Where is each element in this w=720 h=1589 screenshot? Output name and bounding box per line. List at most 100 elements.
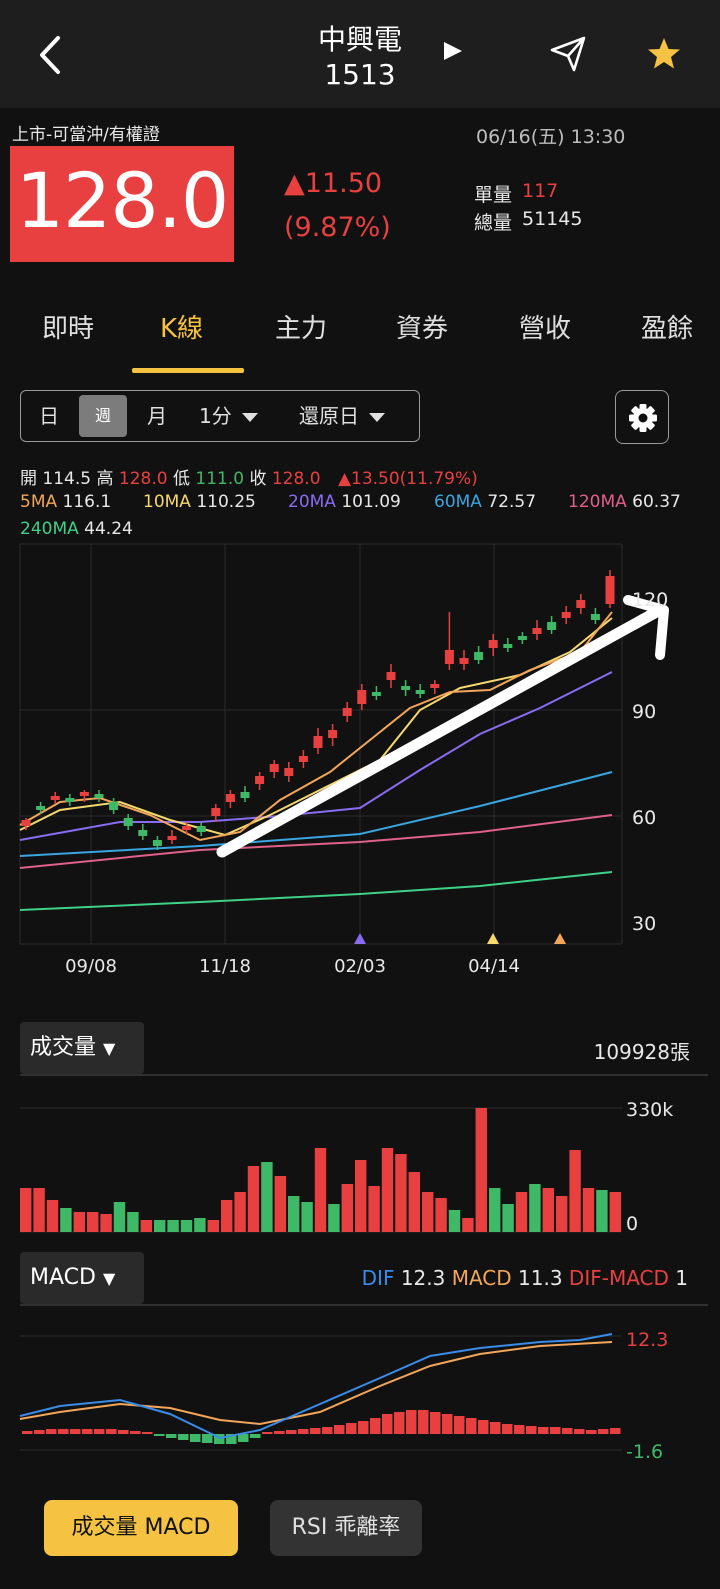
volume-bar — [113, 1202, 126, 1232]
candle-body — [167, 836, 177, 840]
osc-bar — [466, 1418, 477, 1434]
osc-bar — [346, 1423, 357, 1434]
volume-selector[interactable]: 成交量 ▼ — [20, 1022, 144, 1074]
low-value: 111.0 — [195, 469, 245, 489]
ohlc-row: 開 114.5 高 128.0 低 111.0 收 128.0 ▲13.50(1… — [20, 464, 478, 489]
candle-body — [415, 690, 425, 694]
period-day[interactable]: 日 — [39, 391, 59, 441]
volume-bar — [489, 1188, 501, 1232]
volume-bar — [194, 1218, 206, 1232]
osc-bar — [262, 1432, 273, 1434]
candle-body — [79, 792, 89, 796]
tab-realtime[interactable]: 即時 — [42, 308, 94, 345]
osc-label: DIF-MACD — [568, 1266, 669, 1290]
low-label: 低 — [172, 469, 190, 489]
ma-legend-5: 5MA 116.1 — [20, 492, 112, 512]
close-label: 收 — [249, 469, 267, 489]
candle-body — [109, 802, 119, 810]
volume-chart[interactable]: 330k 0 — [0, 1074, 720, 1244]
volume-macd-button[interactable]: 成交量 MACD — [44, 1500, 238, 1556]
volume-total: 109928張 — [593, 1040, 690, 1064]
osc-bar — [442, 1414, 453, 1434]
marker-yellow-triangle — [487, 933, 499, 944]
volume-bar — [502, 1204, 514, 1232]
market-status: 上市-可當沖/有權證 — [12, 125, 160, 145]
favorite-star-icon[interactable] — [644, 34, 684, 74]
macd-chart[interactable]: 12.3 -1.6 — [0, 1304, 720, 1474]
kline-chart[interactable]: 120 90 60 30 09/08 11/18 02/03 04/14 — [0, 540, 720, 980]
candle-body — [605, 576, 615, 604]
candle-body — [65, 798, 75, 802]
period-month[interactable]: 月 — [147, 391, 167, 441]
last-price: 128.0 — [15, 156, 230, 245]
open-label: 開 — [20, 469, 37, 489]
candle-body — [430, 684, 440, 688]
volume-bar — [542, 1188, 554, 1232]
open-value: 114.5 — [42, 469, 92, 489]
osc-bar — [166, 1434, 177, 1438]
volume-bar — [261, 1162, 273, 1232]
volume-bar — [368, 1186, 380, 1232]
adjust-label: 還原日 — [299, 404, 359, 428]
candle-body — [182, 826, 192, 830]
price-box: 128.0 — [10, 146, 234, 262]
candle-body — [50, 796, 60, 800]
macd-top-tick: 12.3 — [626, 1329, 668, 1351]
candle-body — [357, 690, 367, 704]
period-week[interactable]: 週 — [79, 395, 127, 437]
chevron-down-icon: ▼ — [102, 1269, 116, 1288]
volume-bar — [33, 1188, 45, 1232]
marker-orange-triangle — [554, 933, 566, 944]
volume-bar — [154, 1220, 166, 1232]
share-icon[interactable] — [548, 34, 588, 74]
tab-margin[interactable]: 資券 — [396, 308, 448, 345]
candle-body — [138, 830, 148, 836]
volume-bar — [556, 1196, 568, 1232]
volume-bar — [435, 1198, 447, 1232]
candle-body — [561, 612, 571, 618]
candle-body — [152, 840, 162, 846]
volume-bar — [221, 1200, 233, 1232]
ma20-line — [19, 671, 613, 841]
osc-bar — [430, 1412, 441, 1434]
volume-bar — [475, 1108, 487, 1232]
candle-body — [328, 730, 338, 738]
volume-bar — [314, 1148, 327, 1232]
volume-bar — [515, 1192, 528, 1232]
candle-body — [474, 652, 484, 660]
volume-bar — [529, 1184, 541, 1232]
osc-bar — [322, 1427, 333, 1434]
stock-code: 1513 — [324, 58, 396, 91]
osc-bar — [106, 1429, 117, 1434]
rsi-bias-button[interactable]: RSI 乖離率 — [270, 1500, 422, 1556]
candle-body — [255, 776, 265, 784]
volume-bar — [355, 1160, 367, 1232]
candle-body — [225, 794, 235, 802]
price-change-pct: (9.87%) — [284, 212, 391, 243]
candle-body — [211, 808, 221, 816]
tab-main-force[interactable]: 主力 — [275, 308, 327, 345]
tab-earnings[interactable]: 盈餘 — [641, 308, 693, 345]
play-icon[interactable] — [440, 36, 466, 66]
candle-body — [459, 658, 469, 664]
total-volume: 51145 — [522, 208, 583, 230]
tab-revenue[interactable]: 營收 — [519, 308, 571, 345]
macd-line — [19, 1341, 613, 1426]
candle-body — [532, 628, 542, 634]
settings-button[interactable] — [615, 390, 669, 444]
chevron-down-icon — [241, 413, 258, 422]
tab-kline[interactable]: K線 — [160, 308, 203, 345]
osc-bar — [118, 1430, 129, 1434]
volume-bar — [274, 1176, 286, 1232]
volume-bar — [341, 1184, 353, 1232]
period-minute-dropdown[interactable]: 1分 — [199, 391, 258, 441]
volume-bar — [207, 1220, 219, 1232]
candle-body — [21, 820, 31, 826]
indicator-selector[interactable]: MACD ▼ — [20, 1252, 144, 1304]
chevron-down-icon: ▼ — [103, 1039, 116, 1058]
period-minute-label: 1分 — [199, 404, 232, 428]
candle-body — [36, 806, 46, 810]
adjust-dropdown[interactable]: 還原日 — [299, 391, 385, 441]
osc-bar — [82, 1429, 93, 1434]
volume-bar — [87, 1212, 99, 1232]
